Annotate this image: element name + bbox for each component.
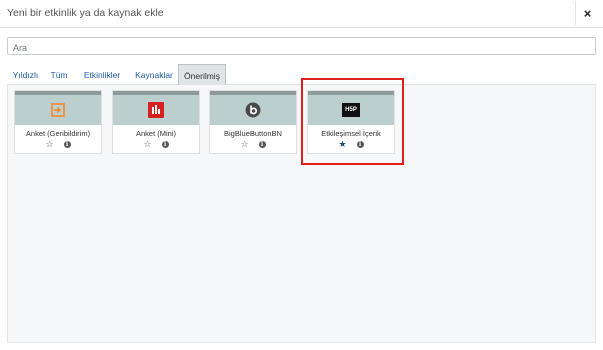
close-button[interactable]: × [575, 1, 599, 25]
search-box [7, 37, 596, 56]
info-icon[interactable]: i [63, 141, 71, 148]
bigbluebutton-icon [245, 102, 261, 118]
star-outline-icon[interactable]: ☆ [143, 140, 151, 149]
star-outline-icon[interactable]: ☆ [45, 140, 53, 149]
tab-starred[interactable]: Yıldızlı [7, 64, 44, 85]
tab-recommended[interactable]: Önerilmiş [178, 64, 226, 86]
card-header [113, 91, 199, 125]
info-icon[interactable]: i [161, 141, 169, 148]
activity-card-mini-survey[interactable]: Anket (Mini) ☆ i [112, 90, 200, 154]
activity-card-bigbluebutton[interactable]: BigBlueButtonBN ☆ i [209, 90, 297, 154]
card-header [210, 91, 296, 125]
modal-title: Yeni bir etkinlik ya da kaynak ekle [7, 7, 164, 19]
feedback-arrow-icon [50, 102, 66, 118]
modal-header: Yeni bir etkinlik ya da kaynak ekle × [0, 0, 603, 28]
search-input[interactable] [8, 40, 595, 56]
highlight-box [301, 78, 404, 165]
tab-resources[interactable]: Kaynaklar [131, 64, 177, 85]
activity-card-feedback[interactable]: Anket (Geribildirim) ☆ i [14, 90, 102, 154]
info-icon[interactable]: i [258, 141, 266, 148]
tab-all[interactable]: Tüm [44, 64, 74, 85]
card-label: Anket (Geribildirim) [25, 129, 91, 138]
card-header [15, 91, 101, 125]
star-outline-icon[interactable]: ☆ [240, 140, 248, 149]
card-label: BigBlueButtonBN [224, 129, 282, 138]
bar-chart-icon [148, 102, 164, 118]
card-label: Anket (Mini) [135, 129, 176, 138]
tab-activities[interactable]: Etkinlikler [79, 64, 125, 85]
